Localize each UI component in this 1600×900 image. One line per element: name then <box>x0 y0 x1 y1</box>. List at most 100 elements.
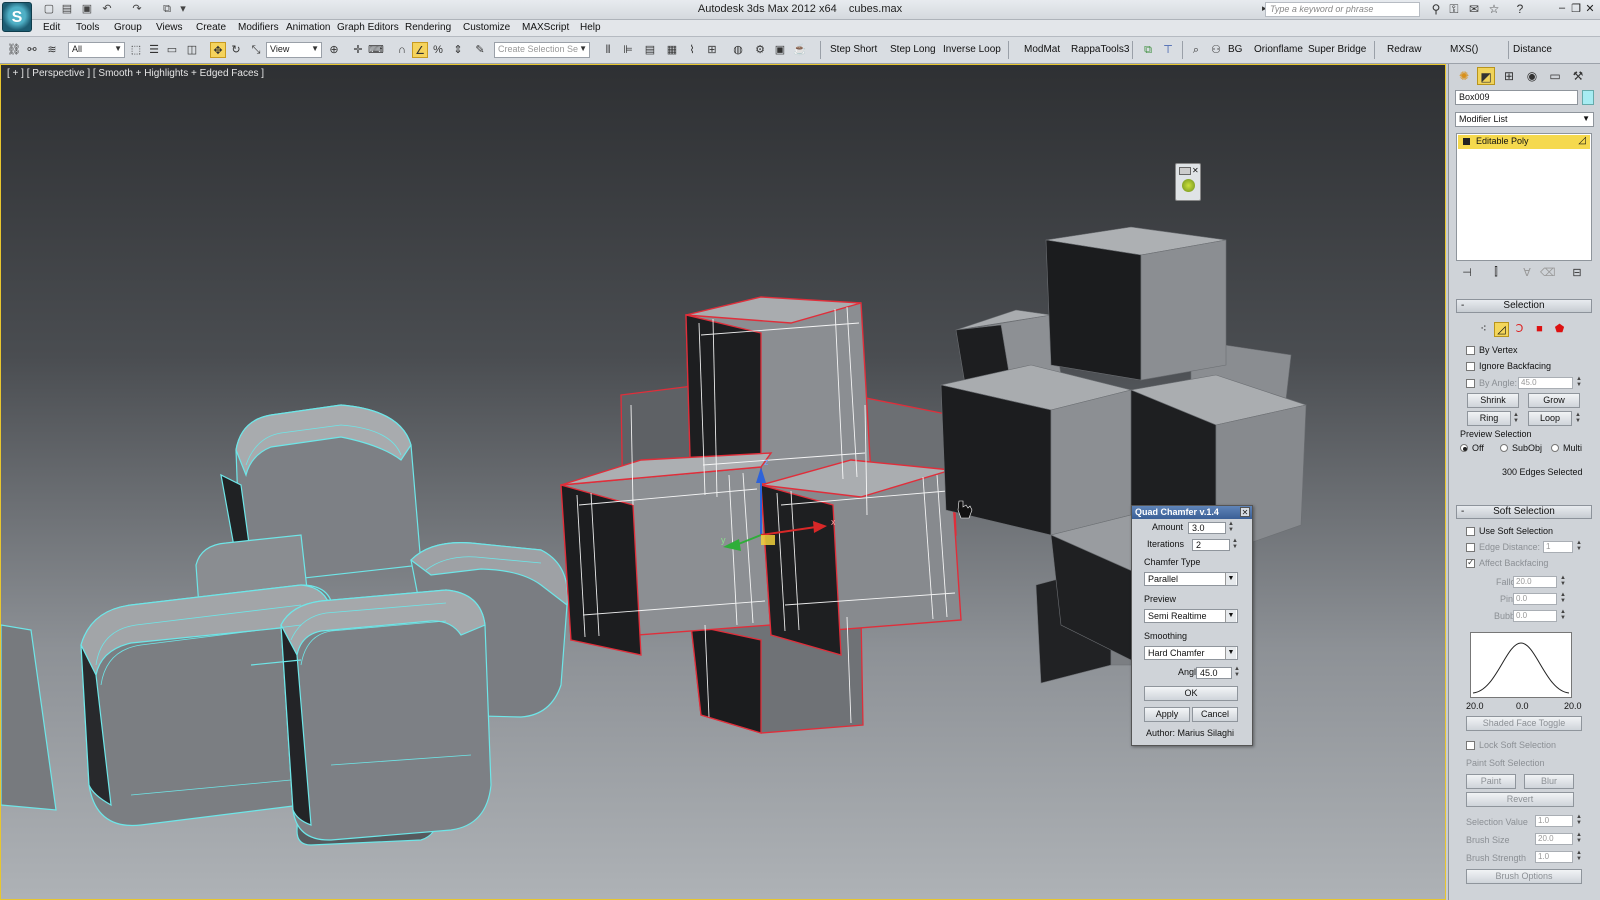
bg-button[interactable]: BG <box>1228 44 1242 55</box>
menu-tools[interactable]: Tools <box>76 22 99 33</box>
show-end-result-icon[interactable]: ⫿ <box>1489 266 1503 280</box>
graphite-modeling-icon[interactable]: ▦ <box>664 42 680 58</box>
viewcube-home-icon[interactable] <box>1179 167 1191 175</box>
preview-dropdown[interactable]: Semi Realtime ▼ <box>1144 609 1238 623</box>
selection-rollout-header[interactable]: - Selection <box>1456 299 1592 313</box>
selection-value-spinner-icon[interactable]: ▲ ▼ <box>1576 814 1582 826</box>
step-short-button[interactable]: Step Short <box>830 44 877 55</box>
stack-item-editable-poly[interactable]: Editable Poly ◿ <box>1458 135 1590 149</box>
select-manipulate-icon[interactable]: ✛ <box>350 42 366 58</box>
distance-button[interactable]: Distance <box>1513 44 1552 55</box>
pinch-field[interactable]: 0.0 <box>1513 593 1557 605</box>
loop-button[interactable]: Loop <box>1528 411 1572 426</box>
binoculars-icon[interactable]: ⚲ <box>1428 2 1444 17</box>
communication-center-icon[interactable]: ✉ <box>1466 2 1482 17</box>
angle-field[interactable]: 45.0 <box>1196 667 1232 679</box>
by-angle-checkbox[interactable] <box>1466 379 1475 388</box>
rectangular-selection-icon[interactable]: ▭ <box>164 42 180 58</box>
bubble-spinner-icon[interactable]: ▲ ▼ <box>1560 609 1566 621</box>
help-icon[interactable]: ? <box>1512 2 1528 17</box>
loop-spinner-icon[interactable]: ▲ ▼ <box>1575 412 1581 424</box>
menu-help[interactable]: Help <box>580 22 601 33</box>
ring-button[interactable]: Ring <box>1467 411 1511 426</box>
brush-options-button[interactable]: Brush Options <box>1466 869 1582 884</box>
amount-spinner-icon[interactable]: ▲ ▼ <box>1228 521 1234 533</box>
utilities-tab-icon[interactable]: ⚒ <box>1569 67 1587 85</box>
chamfer-type-dropdown[interactable]: Parallel ▼ <box>1144 572 1238 586</box>
viewport-label[interactable]: [ + ] [ Perspective ] [ Smooth + Highlig… <box>7 68 264 79</box>
menu-maxscript[interactable]: MAXScript <box>522 22 569 33</box>
hierarchy-tab-icon[interactable]: ⊞ <box>1500 67 1518 85</box>
menu-edit[interactable]: Edit <box>43 22 60 33</box>
blur-button[interactable]: Blur <box>1524 774 1574 789</box>
pivot-center-icon[interactable]: ⊕ <box>326 42 342 58</box>
brush-size-spinner-icon[interactable]: ▲ ▼ <box>1576 832 1582 844</box>
viewcube-widget[interactable]: ✕ <box>1175 163 1201 201</box>
smoothed-cross-model[interactable] <box>1 404 569 846</box>
preview-multi-radio[interactable] <box>1551 444 1559 452</box>
filter-tool-icon[interactable]: ⊤ <box>1160 42 1176 58</box>
lock-soft-selection-checkbox[interactable] <box>1466 741 1475 750</box>
angle-snap-icon[interactable]: ∠ <box>412 42 428 58</box>
pin-stack-icon[interactable]: ⊣ <box>1460 266 1474 280</box>
link-icon[interactable]: ⛓ <box>6 42 22 58</box>
modifier-list-dropdown[interactable]: Modifier List ▼ <box>1455 112 1594 127</box>
mirror-icon[interactable]: ⫴ <box>600 42 616 58</box>
modifier-stack[interactable]: Editable Poly ◿ <box>1456 133 1592 261</box>
render-production-icon[interactable]: ☕ <box>792 42 808 58</box>
brush-strength-field[interactable]: 1.0 <box>1535 851 1573 863</box>
scale-icon[interactable]: ⤡ <box>248 42 264 58</box>
close-icon[interactable]: ✕ <box>1584 2 1596 16</box>
grow-button[interactable]: Grow <box>1528 393 1580 408</box>
pinch-spinner-icon[interactable]: ▲ ▼ <box>1560 592 1566 604</box>
falloff-field[interactable]: 20.0 <box>1513 576 1557 588</box>
menu-views[interactable]: Views <box>156 22 183 33</box>
ignore-backfacing-checkbox[interactable] <box>1466 362 1475 371</box>
modmat-button[interactable]: ModMat <box>1024 44 1060 55</box>
affect-backfacing-checkbox[interactable] <box>1466 557 1475 568</box>
app-logo-icon[interactable]: S <box>2 2 32 32</box>
percent-snap-icon[interactable]: % <box>430 42 446 58</box>
edge-distance-field[interactable]: 1 <box>1543 541 1573 553</box>
curve-editor-icon[interactable]: ⌇ <box>684 42 700 58</box>
paint-button[interactable]: Paint <box>1466 774 1516 789</box>
snaps-toggle-icon[interactable]: ∩ <box>394 42 410 58</box>
named-selection-set-dropdown[interactable]: Create Selection Se ▼ <box>494 42 590 58</box>
falloff-spinner-icon[interactable]: ▲ ▼ <box>1560 575 1566 587</box>
step-long-button[interactable]: Step Long <box>890 44 936 55</box>
search-input[interactable]: Type a keyword or phrase <box>1265 2 1420 17</box>
layer-manager-icon[interactable]: ▤ <box>642 42 658 58</box>
configure-modifier-sets-icon[interactable]: ⊟ <box>1570 266 1584 280</box>
bubble-field[interactable]: 0.0 <box>1513 610 1557 622</box>
polygon-mode-icon[interactable]: ■ <box>1532 322 1547 337</box>
selection-value-field[interactable]: 1.0 <box>1535 815 1573 827</box>
angle-spinner-icon[interactable]: ▲ ▼ <box>1234 666 1240 678</box>
menu-modifiers[interactable]: Modifiers <box>238 22 279 33</box>
menu-animation[interactable]: Animation <box>286 22 330 33</box>
render-setup-icon[interactable]: ⚙ <box>752 42 768 58</box>
vertex-mode-icon[interactable]: ⁖ <box>1476 322 1491 337</box>
brush-strength-spinner-icon[interactable]: ▲ ▼ <box>1576 850 1582 862</box>
rotate-icon[interactable]: ↻ <box>228 42 244 58</box>
apply-button[interactable]: Apply <box>1144 707 1190 722</box>
object-name-field[interactable]: Box009 <box>1455 90 1578 105</box>
iterations-field[interactable]: 2 <box>1192 539 1230 551</box>
move-icon[interactable]: ✥ <box>210 42 226 58</box>
material-editor-icon[interactable]: ◍ <box>730 42 746 58</box>
edit-named-selection-icon[interactable]: ✎ <box>472 42 488 58</box>
schematic-view-icon[interactable]: ⊞ <box>704 42 720 58</box>
select-by-name-icon[interactable]: ☰ <box>146 42 162 58</box>
element-mode-icon[interactable]: ⬟ <box>1552 322 1567 337</box>
cancel-button[interactable]: Cancel <box>1192 707 1238 722</box>
edge-distance-spinner-icon[interactable]: ▲ ▼ <box>1576 540 1582 552</box>
create-tab-icon[interactable]: ✺ <box>1455 67 1473 85</box>
ring-spinner-icon[interactable]: ▲ ▼ <box>1513 412 1519 424</box>
background-icon[interactable]: ⚇ <box>1208 42 1224 58</box>
steering-wheel-icon[interactable] <box>1182 179 1195 192</box>
dialog-title[interactable]: Quad Chamfer v.1.4 <box>1132 506 1252 519</box>
spinner-snap-icon[interactable]: ⇕ <box>450 42 466 58</box>
revert-button[interactable]: Revert <box>1466 792 1574 807</box>
unlink-icon[interactable]: ⚯ <box>24 42 40 58</box>
mxs-button[interactable]: MXS() <box>1450 44 1478 55</box>
motion-tab-icon[interactable]: ◉ <box>1523 67 1541 85</box>
